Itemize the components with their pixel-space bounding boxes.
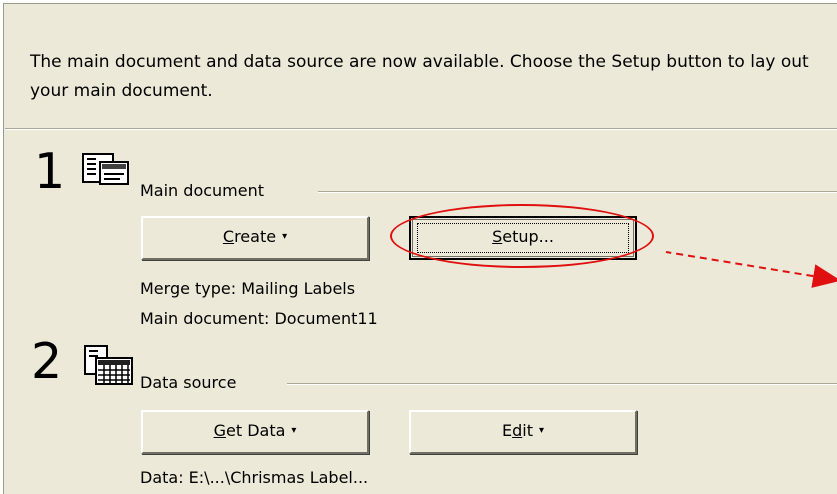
main-document-text: Main document: Document11 — [140, 309, 378, 328]
data-source-path-text: Data: E:\...\Chrismas Label... — [140, 468, 369, 487]
separator — [5, 128, 837, 130]
main-document-label: Main document — [140, 181, 265, 200]
get-data-button-label-post: et Data — [225, 421, 286, 440]
step-number-1: 1 — [34, 143, 66, 200]
data-source-label: Data source — [140, 373, 237, 392]
edit-button-mnemonic: d — [512, 421, 523, 440]
create-button-label-post: reate — [234, 227, 277, 246]
instructions-text: The main document and data source are no… — [30, 52, 809, 101]
get-data-button[interactable]: Get Data ▾ — [141, 410, 369, 454]
dropdown-arrow-icon: ▾ — [282, 231, 288, 242]
setup-button[interactable]: Setup... — [409, 216, 637, 260]
merge-type-text: Merge type: Mailing Labels — [140, 279, 356, 298]
step-number-2: 2 — [31, 333, 63, 390]
dropdown-arrow-icon: ▾ — [538, 425, 544, 436]
group-divider — [287, 383, 837, 385]
focus-rectangle — [417, 223, 629, 253]
mail-merge-helper-dialog: The main document and data source are no… — [3, 3, 837, 494]
create-button[interactable]: Create ▾ — [141, 216, 369, 260]
data-source-icon — [84, 344, 134, 390]
edit-button-label-pre: E — [501, 421, 513, 440]
group-divider — [318, 191, 837, 193]
dropdown-arrow-icon: ▾ — [291, 425, 297, 436]
edit-button-label-post: it — [522, 421, 533, 440]
main-document-icon — [82, 152, 132, 196]
get-data-button-mnemonic: G — [213, 421, 226, 440]
create-button-mnemonic: C — [222, 227, 235, 246]
edit-button[interactable]: Edit ▾ — [409, 410, 637, 454]
